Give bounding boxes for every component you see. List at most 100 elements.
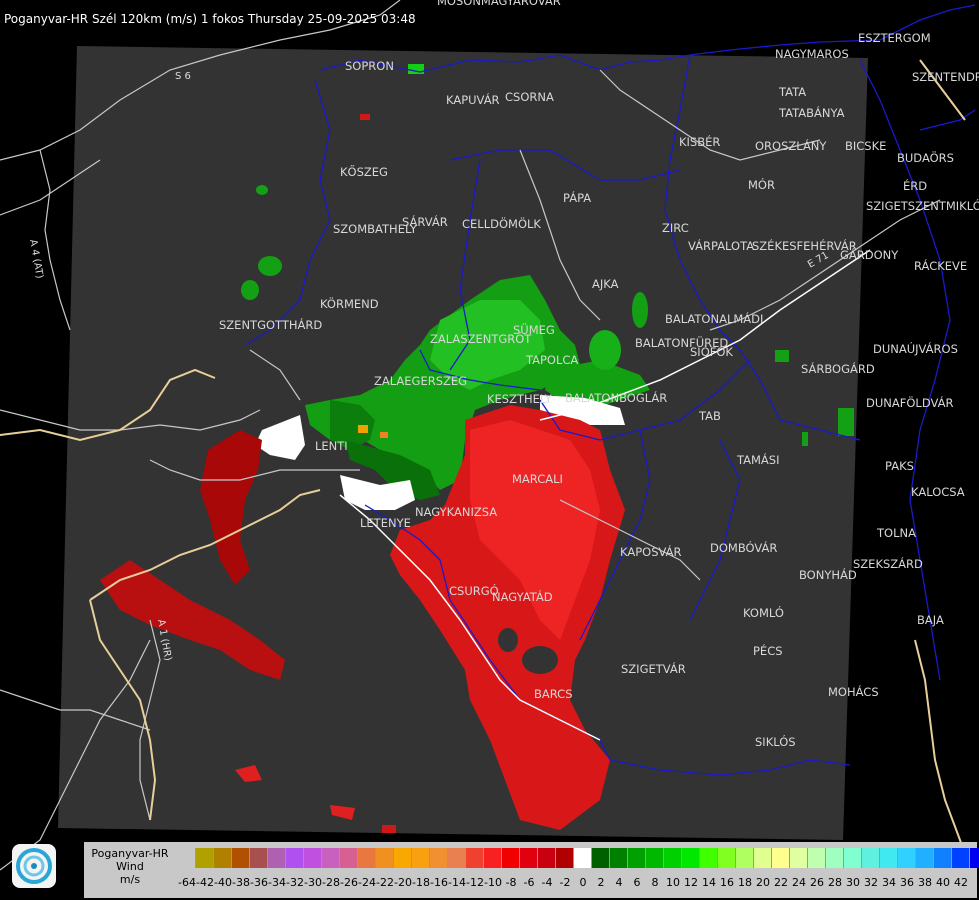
legend-swatch: [304, 848, 322, 868]
place-label: DUNAÚJVÁROS: [873, 341, 958, 356]
legend-tick-label: 36: [900, 876, 914, 889]
wind-legend: Poganyvar-HR Wind m/s -64 -42 -40 -38 -36 -34…: [84, 842, 979, 898]
place-label: TOLNA: [876, 526, 916, 540]
place-label: KOMLÓ: [743, 605, 784, 620]
legend-swatch: [358, 848, 376, 868]
legend-swatch: [610, 848, 628, 868]
place-label: BONYHÁD: [799, 567, 857, 582]
legend-tick-label: 16: [720, 876, 734, 889]
legend-tick-label: 42: [954, 876, 968, 889]
legend-swatch: [736, 848, 754, 868]
legend-tick-label: -12: [466, 876, 484, 889]
legend-swatch: [970, 848, 979, 868]
place-label: MÓR: [748, 177, 775, 192]
legend-tick-label: 10: [666, 876, 680, 889]
road-label: A 4 (AT): [27, 239, 45, 280]
place-label: KÖRMEND: [320, 295, 379, 311]
legend-swatch: [682, 848, 700, 868]
legend-swatch: [538, 848, 556, 868]
legend-swatches: [178, 848, 979, 868]
place-label: DOMBÓVÁR: [710, 540, 777, 555]
legend-swatch: [952, 848, 970, 868]
legend-swatch: [574, 848, 592, 868]
legend-swatch: [430, 848, 448, 868]
legend-swatch: [466, 848, 484, 868]
legend-title-unit: m/s: [119, 873, 141, 886]
place-label: DUNAFÖLDVÁR: [866, 394, 953, 410]
place-label: TAPOLCA: [525, 353, 578, 367]
legend-swatch: [196, 848, 214, 868]
legend-tick-label: -30: [304, 876, 322, 889]
legend-tick-label: -38: [232, 876, 250, 889]
legend-tick-label: -24: [358, 876, 376, 889]
place-label: RÁCKEVE: [914, 258, 967, 273]
place-label: KAPOSVÁR: [620, 544, 681, 559]
legend-swatch: [232, 848, 250, 868]
legend-tick-label: -8: [505, 876, 517, 889]
place-label: TAB: [698, 409, 721, 423]
legend-tick-label: 24: [792, 876, 806, 889]
place-label: ÉRD: [903, 178, 927, 193]
legend-tick-label: 26: [810, 876, 824, 889]
place-label: PÁPA: [563, 190, 591, 205]
legend-swatch: [556, 848, 574, 868]
legend-tick-label: 12: [684, 876, 698, 889]
legend-swatch: [700, 848, 718, 868]
legend-tick-label: -20: [394, 876, 412, 889]
place-label: VÁRPALOTA: [688, 238, 754, 253]
legend-tick-label: 18: [738, 876, 752, 889]
legend-swatch: [646, 848, 664, 868]
place-label: NAGYMAROS: [775, 47, 849, 61]
legend-swatch: [448, 848, 466, 868]
legend-tick-label: -2: [559, 876, 571, 889]
legend-swatch: [718, 848, 736, 868]
place-label: TATABÁNYA: [778, 105, 845, 120]
legend-tick-label: -22: [376, 876, 394, 889]
legend-swatch: [844, 848, 862, 868]
legend-swatch: [754, 848, 772, 868]
place-label: SÁRBOGÁRD: [801, 361, 875, 376]
legend-tick-label: -34: [268, 876, 286, 889]
place-label: BUDAÖRS: [897, 149, 954, 165]
legend-tick-label: -26: [340, 876, 358, 889]
place-label: GÁRDONY: [840, 247, 899, 262]
place-label: TATA: [778, 85, 806, 99]
radar-logo: [12, 844, 56, 888]
legend-swatch: [628, 848, 646, 868]
place-label: SZEKSZÁRD: [853, 556, 923, 571]
place-label: ZIRC: [662, 221, 689, 235]
place-label: PÉCS: [753, 643, 783, 658]
place-label: TAMÁSI: [736, 452, 779, 467]
place-label: KESZTHELY: [487, 392, 553, 406]
place-label: LETENYE: [360, 516, 411, 530]
legend-tick-label: -10: [484, 876, 502, 889]
legend-swatch: [664, 848, 682, 868]
place-label: AJKA: [592, 277, 619, 291]
place-label: BARCS: [534, 687, 573, 701]
place-label: ZALASZENTGRÓT: [430, 331, 532, 346]
legend-swatch: [934, 848, 952, 868]
place-label: LENTI: [315, 439, 348, 453]
legend-title: Poganyvar-HR Wind m/s: [84, 842, 176, 886]
legend-tick-label: -32: [286, 876, 304, 889]
legend-swatch: [772, 848, 790, 868]
place-label: SZENTENDRE: [912, 70, 979, 84]
place-label: MOSONMAGYARÓVÁR: [437, 0, 561, 8]
place-label: KŐSZEG: [340, 164, 388, 179]
legend-tick-label: 2: [597, 876, 605, 889]
radar-map: MOSONMAGYARÓVÁR ESZTERGOM NAGYMAROS SOPR…: [0, 0, 979, 871]
place-label: SOPRON: [345, 59, 394, 73]
place-label: CSORNA: [505, 90, 554, 104]
legend-tick-label: -18: [412, 876, 430, 889]
place-label: BAJA: [917, 613, 944, 627]
legend-tick-label: -14: [448, 876, 466, 889]
legend-swatch: [322, 848, 340, 868]
place-label: SZIGETVÁR: [621, 661, 686, 676]
legend-tick-label: 40: [936, 876, 950, 889]
place-label: SZENTGOTTHÁRD: [219, 317, 322, 332]
legend-tick-label: 14: [702, 876, 716, 889]
legend-tick-label: -64: [178, 876, 196, 889]
road-label: S 6: [175, 71, 191, 82]
place-label: NAGYKANIZSA: [415, 505, 497, 519]
legend-tick-label: 22: [774, 876, 788, 889]
